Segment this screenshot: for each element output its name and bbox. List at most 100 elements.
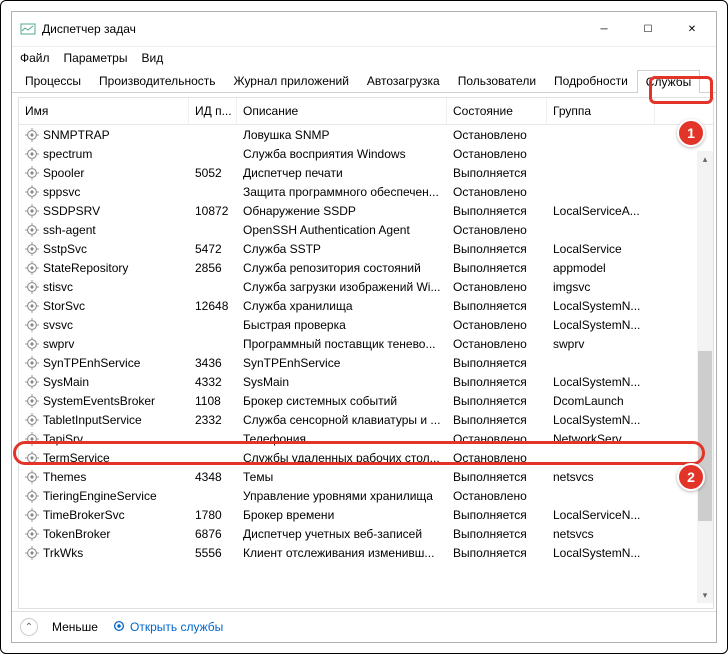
col-name[interactable]: Имя [19, 98, 189, 124]
minimize-button[interactable]: ─ [582, 16, 626, 42]
menu-file[interactable]: Файл [20, 49, 50, 67]
maximize-button[interactable]: ☐ [626, 16, 670, 42]
table-row[interactable]: TermServiceСлужбы удаленных рабочих стол… [19, 448, 713, 467]
cell-pid: 2856 [189, 261, 237, 275]
table-row[interactable]: TimeBrokerSvc1780Брокер времениВыполняет… [19, 505, 713, 524]
tab-performance[interactable]: Производительность [90, 69, 224, 92]
cell-pid: 4332 [189, 375, 237, 389]
cell-name: ssh-agent [43, 223, 96, 237]
cell-group: netsvcs [547, 527, 655, 541]
callout-badge-2: 2 [677, 463, 705, 491]
tab-services[interactable]: Службы [637, 70, 700, 93]
table-row[interactable]: ssh-agentOpenSSH Authentication AgentОст… [19, 220, 713, 239]
cell-status: Выполняется [447, 204, 547, 218]
scroll-down-button[interactable]: ▾ [697, 587, 713, 603]
cell-name: SynTPEnhService [43, 356, 140, 370]
fewer-details-button[interactable]: Меньше [52, 620, 98, 634]
table-row[interactable]: StateRepository2856Служба репозитория со… [19, 258, 713, 277]
menu-view[interactable]: Вид [141, 49, 163, 67]
cell-description: Темы [237, 470, 447, 484]
service-icon [25, 432, 39, 446]
table-row[interactable]: Spooler5052Диспетчер печатиВыполняется [19, 163, 713, 182]
service-icon [25, 318, 39, 332]
open-services-label: Открыть службы [130, 620, 223, 634]
cell-status: Остановлено [447, 451, 547, 465]
service-icon [25, 508, 39, 522]
cell-status: Выполняется [447, 394, 547, 408]
cell-description: Брокер времени [237, 508, 447, 522]
table-row[interactable]: TokenBroker6876Диспетчер учетных веб-зап… [19, 524, 713, 543]
scroll-thumb[interactable] [698, 351, 712, 521]
table-row[interactable]: stisvcСлужба загрузки изображений Wi...О… [19, 277, 713, 296]
tab-startup[interactable]: Автозагрузка [358, 69, 449, 92]
cell-status: Остановлено [447, 223, 547, 237]
cell-group: imgsvc [547, 280, 655, 294]
menu-options[interactable]: Параметры [64, 49, 128, 67]
cell-status: Выполняется [447, 470, 547, 484]
table-row[interactable]: SynTPEnhService3436SynTPEnhServiceВыполн… [19, 353, 713, 372]
open-services-link[interactable]: Открыть службы [112, 619, 223, 636]
service-icon [25, 546, 39, 560]
close-button[interactable]: ✕ [670, 16, 714, 42]
cell-status: Остановлено [447, 337, 547, 351]
scroll-up-button[interactable]: ▴ [697, 151, 713, 167]
cell-description: Защита программного обеспечен... [237, 185, 447, 199]
cell-name: TrkWks [43, 546, 83, 560]
cell-description: Диспетчер учетных веб-записей [237, 527, 447, 541]
table-row[interactable]: SstpSvc5472Служба SSTPВыполняетсяLocalSe… [19, 239, 713, 258]
tab-processes[interactable]: Процессы [16, 69, 90, 92]
cell-pid: 5556 [189, 546, 237, 560]
window-title: Диспетчер задач [42, 22, 582, 36]
table-row[interactable]: SystemEventsBroker1108Брокер системных с… [19, 391, 713, 410]
table-row[interactable]: swprvПрограммный поставщик тенево...Оста… [19, 334, 713, 353]
app-icon [20, 21, 36, 37]
col-group[interactable]: Группа [547, 98, 655, 124]
service-icon [25, 337, 39, 351]
service-icon [25, 261, 39, 275]
cell-description: Служба хранилища [237, 299, 447, 313]
cell-description: Программный поставщик тенево... [237, 337, 447, 351]
table-row[interactable]: TabletInputService2332Служба сенсорной к… [19, 410, 713, 429]
vertical-scrollbar[interactable]: ▴ ▾ [697, 151, 713, 603]
cell-name: TapiSrv [43, 432, 83, 446]
tab-app-history[interactable]: Журнал приложений [225, 69, 358, 92]
cell-group: appmodel [547, 261, 655, 275]
cell-description: Служба восприятия Windows [237, 147, 447, 161]
table-row[interactable]: spectrumСлужба восприятия WindowsОстанов… [19, 144, 713, 163]
cell-status: Выполняется [447, 261, 547, 275]
tab-details[interactable]: Подробности [545, 69, 637, 92]
chevron-up-icon[interactable]: ⌃ [20, 618, 38, 636]
table-row[interactable]: SysMain4332SysMainВыполняетсяLocalSystem… [19, 372, 713, 391]
tabs: Процессы Производительность Журнал прило… [12, 69, 716, 93]
table-row[interactable]: SSDPSRV10872Обнаружение SSDPВыполняетсяL… [19, 201, 713, 220]
table-row[interactable]: TrkWks5556Клиент отслеживания изменивш..… [19, 543, 713, 562]
cell-pid: 3436 [189, 356, 237, 370]
tab-users[interactable]: Пользователи [449, 69, 545, 92]
service-icon [25, 394, 39, 408]
cell-pid: 2332 [189, 413, 237, 427]
table-row[interactable]: TieringEngineServiceУправление уровнями … [19, 486, 713, 505]
table-row[interactable]: Themes4348ТемыВыполняетсяnetsvcs [19, 467, 713, 486]
table-row[interactable]: svsvcБыстрая проверкаОстановленоLocalSys… [19, 315, 713, 334]
col-pid[interactable]: ИД п... [189, 98, 237, 124]
service-icon [25, 204, 39, 218]
cell-description: Быстрая проверка [237, 318, 447, 332]
table-row[interactable]: SNMPTRAPЛовушка SNMPОстановлено [19, 125, 713, 144]
services-table: Имя ИД п... Описание Состояние Группа SN… [18, 97, 714, 609]
cell-group: LocalSystemN... [547, 546, 655, 560]
cell-name: SystemEventsBroker [43, 394, 155, 408]
cell-pid: 6876 [189, 527, 237, 541]
cell-group: LocalSystemN... [547, 299, 655, 313]
table-row[interactable]: TapiSrvТелефонияОстановленоNetworkServ..… [19, 429, 713, 448]
cell-group: LocalServiceN... [547, 508, 655, 522]
col-description[interactable]: Описание [237, 98, 447, 124]
service-icon [25, 413, 39, 427]
service-icon [25, 242, 39, 256]
table-row[interactable]: StorSvc12648Служба хранилищаВыполняетсяL… [19, 296, 713, 315]
table-row[interactable]: sppsvcЗащита программного обеспечен...Ос… [19, 182, 713, 201]
service-icon [25, 489, 39, 503]
footer: ⌃ Меньше Открыть службы [12, 611, 716, 642]
service-icon [25, 375, 39, 389]
col-status[interactable]: Состояние [447, 98, 547, 124]
cell-description: Брокер системных событий [237, 394, 447, 408]
